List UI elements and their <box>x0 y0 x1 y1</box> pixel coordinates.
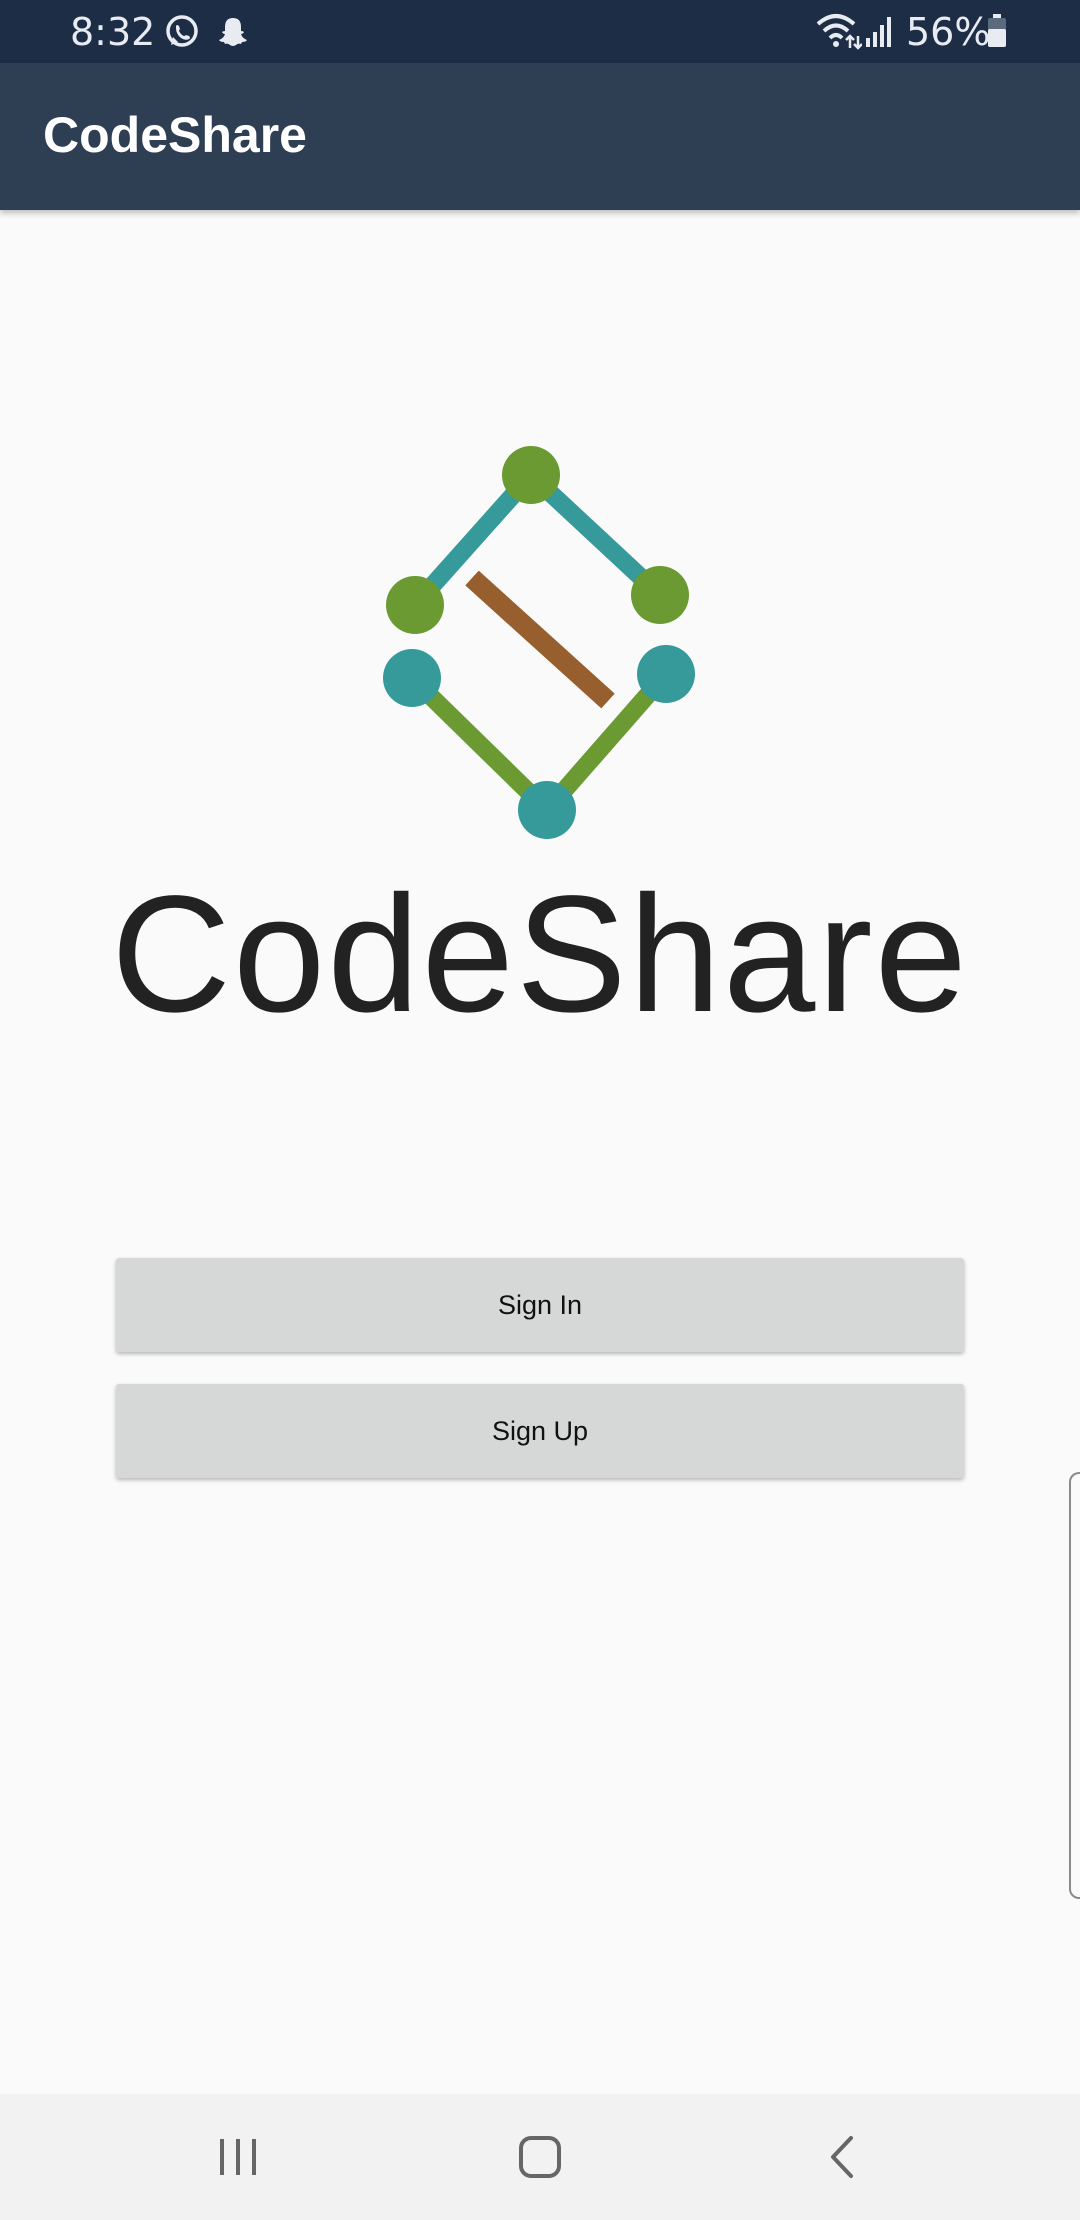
navigation-bar <box>0 2094 1080 2220</box>
edge-panel-handle[interactable] <box>1069 1472 1080 1899</box>
recent-apps-button[interactable] <box>158 2094 318 2220</box>
app-bar-title: CodeShare <box>43 107 307 163</box>
wifi-icon <box>816 14 862 50</box>
recent-apps-icon <box>220 2139 256 2175</box>
sign-up-button[interactable]: Sign Up <box>116 1384 964 1478</box>
app-bar: CodeShare <box>0 63 1080 210</box>
back-icon <box>831 2136 853 2178</box>
signal-icon <box>866 17 891 47</box>
home-icon <box>519 2136 561 2178</box>
snapchat-icon <box>219 18 247 46</box>
codeshare-logo-icon <box>383 446 695 839</box>
whatsapp-icon <box>166 15 198 47</box>
sign-in-button[interactable]: Sign In <box>116 1258 964 1352</box>
battery-percent: 56% <box>906 10 991 54</box>
battery-icon <box>988 14 1006 47</box>
back-button[interactable] <box>762 2094 922 2220</box>
status-bar: 8:32 56% <box>0 0 1080 63</box>
status-time: 8:32 <box>70 10 156 54</box>
brand-title: CodeShare <box>111 862 969 1047</box>
home-button[interactable] <box>460 2094 620 2220</box>
